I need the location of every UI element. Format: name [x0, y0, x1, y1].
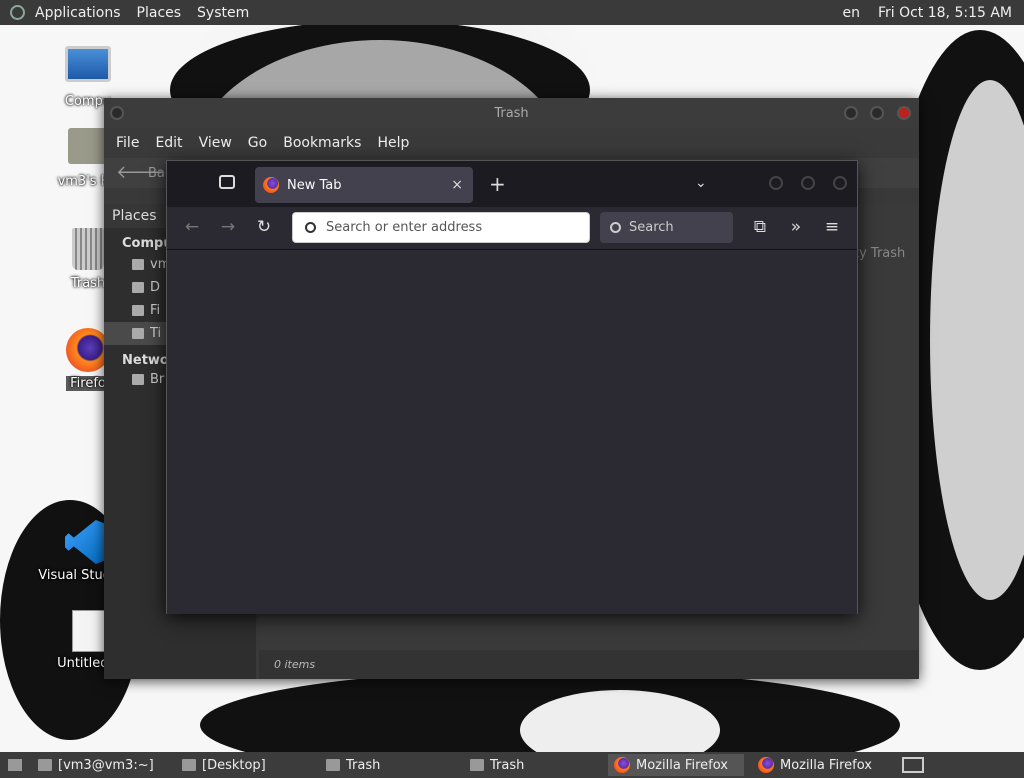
maximize-icon[interactable]: [801, 176, 815, 190]
taskbar-item-label: Trash: [346, 757, 381, 773]
overflow-menu-icon[interactable]: »: [785, 216, 807, 238]
taskbar-item-terminal[interactable]: [vm3@vm3:~]: [32, 754, 168, 776]
sidebar-item-label: D: [150, 280, 161, 295]
menu-places[interactable]: Places: [129, 5, 190, 21]
sidebar-item-label: Br: [150, 372, 165, 387]
taskbar-item-trash-2[interactable]: Trash: [464, 754, 600, 776]
sidebar-item-label: Ti: [150, 326, 162, 341]
page-content[interactable]: [167, 249, 857, 614]
new-tab-button[interactable]: +: [489, 172, 506, 196]
firefox-view-icon[interactable]: [219, 175, 235, 189]
folder-icon: [132, 282, 144, 293]
trash-icon: [326, 759, 340, 771]
taskbar-item-desktop[interactable]: [Desktop]: [176, 754, 312, 776]
network-icon: [132, 374, 144, 385]
firefox-icon: [614, 757, 630, 773]
panel-clock[interactable]: Fri Oct 18, 5:15 AM: [878, 5, 1012, 21]
menu-bookmarks[interactable]: Bookmarks: [275, 135, 369, 151]
empty-trash-button[interactable]: ty Trash: [854, 246, 905, 261]
hamburger-menu-icon[interactable]: ≡: [821, 216, 843, 238]
menu-go[interactable]: Go: [240, 135, 275, 151]
folder-icon: [182, 759, 196, 771]
menu-help[interactable]: Help: [369, 135, 417, 151]
back-arrow-icon[interactable]: ←: [181, 216, 203, 238]
desktop-icon-label: Trash: [70, 276, 106, 291]
top-panel: Applications Places System en Fri Oct 18…: [0, 0, 1024, 25]
search-icon: [610, 222, 621, 233]
taskbar-item-firefox-2[interactable]: Mozilla Firefox: [752, 754, 888, 776]
vscode-icon: [65, 520, 109, 564]
taskbar-item-label: [Desktop]: [202, 757, 266, 773]
firefox-icon: [758, 757, 774, 773]
search-icon: [305, 222, 316, 233]
extensions-icon[interactable]: ⧉: [749, 216, 771, 238]
workspace-switcher-icon[interactable]: [902, 757, 924, 773]
reload-icon[interactable]: ↻: [253, 216, 275, 238]
tab-label: New Tab: [287, 177, 342, 193]
home-folder-icon: [68, 128, 108, 164]
close-icon[interactable]: [833, 176, 847, 190]
trash-menubar: File Edit View Go Bookmarks Help: [104, 128, 919, 158]
search-bar[interactable]: Search: [600, 212, 733, 243]
status-bar: 0 items: [259, 650, 919, 679]
terminal-icon: [38, 759, 52, 771]
drive-icon: [132, 305, 144, 316]
firefox-window: New Tab × + ⌄ ← → ↻ Search ⧉ » ≡: [166, 160, 858, 614]
navigation-toolbar: ← → ↻ Search ⧉ » ≡: [167, 207, 857, 249]
taskbar-item-label: Mozilla Firefox: [636, 757, 728, 773]
computer-icon: [65, 46, 111, 82]
close-icon[interactable]: [897, 106, 911, 120]
mate-logo-icon[interactable]: [10, 5, 25, 20]
search-bar-label: Search: [629, 220, 674, 235]
menu-system[interactable]: System: [189, 5, 257, 21]
close-tab-icon[interactable]: ×: [451, 177, 463, 193]
document-icon: [72, 610, 106, 652]
taskbar-item-label: Mozilla Firefox: [780, 757, 872, 773]
tab-bar: New Tab × + ⌄: [167, 161, 857, 207]
home-folder-icon: [132, 259, 144, 270]
keyboard-layout-indicator[interactable]: en: [842, 5, 860, 21]
forward-arrow-icon[interactable]: →: [217, 216, 239, 238]
taskbar-item-trash[interactable]: Trash: [320, 754, 456, 776]
menu-file[interactable]: File: [108, 135, 147, 151]
trash-icon: [72, 228, 104, 270]
list-all-tabs-icon[interactable]: ⌄: [695, 175, 707, 191]
trash-window-title: Trash: [494, 105, 529, 121]
minimize-icon[interactable]: [769, 176, 783, 190]
firefox-icon: [263, 177, 279, 193]
sidebar-item-label: Fi: [150, 303, 161, 318]
taskbar-item-label: Trash: [490, 757, 525, 773]
menu-edit[interactable]: Edit: [147, 135, 190, 151]
url-input[interactable]: [324, 219, 568, 236]
minimize-icon[interactable]: [844, 106, 858, 120]
address-bar[interactable]: [292, 212, 590, 243]
bottom-taskbar: [vm3@vm3:~] [Desktop] Trash Trash Mozill…: [0, 752, 1024, 778]
trash-icon: [470, 759, 484, 771]
trash-titlebar[interactable]: Trash: [104, 98, 919, 128]
taskbar-item-label: [vm3@vm3:~]: [58, 757, 154, 773]
taskbar-item-firefox[interactable]: Mozilla Firefox: [608, 754, 744, 776]
back-button-label[interactable]: Ba: [148, 166, 165, 181]
maximize-icon[interactable]: [870, 106, 884, 120]
tab-new-tab[interactable]: New Tab ×: [255, 167, 473, 203]
show-desktop-icon[interactable]: [8, 759, 22, 771]
menu-view[interactable]: View: [191, 135, 240, 151]
menu-applications[interactable]: Applications: [27, 5, 129, 21]
trash-icon: [132, 328, 144, 339]
window-menu-icon[interactable]: [110, 106, 124, 120]
